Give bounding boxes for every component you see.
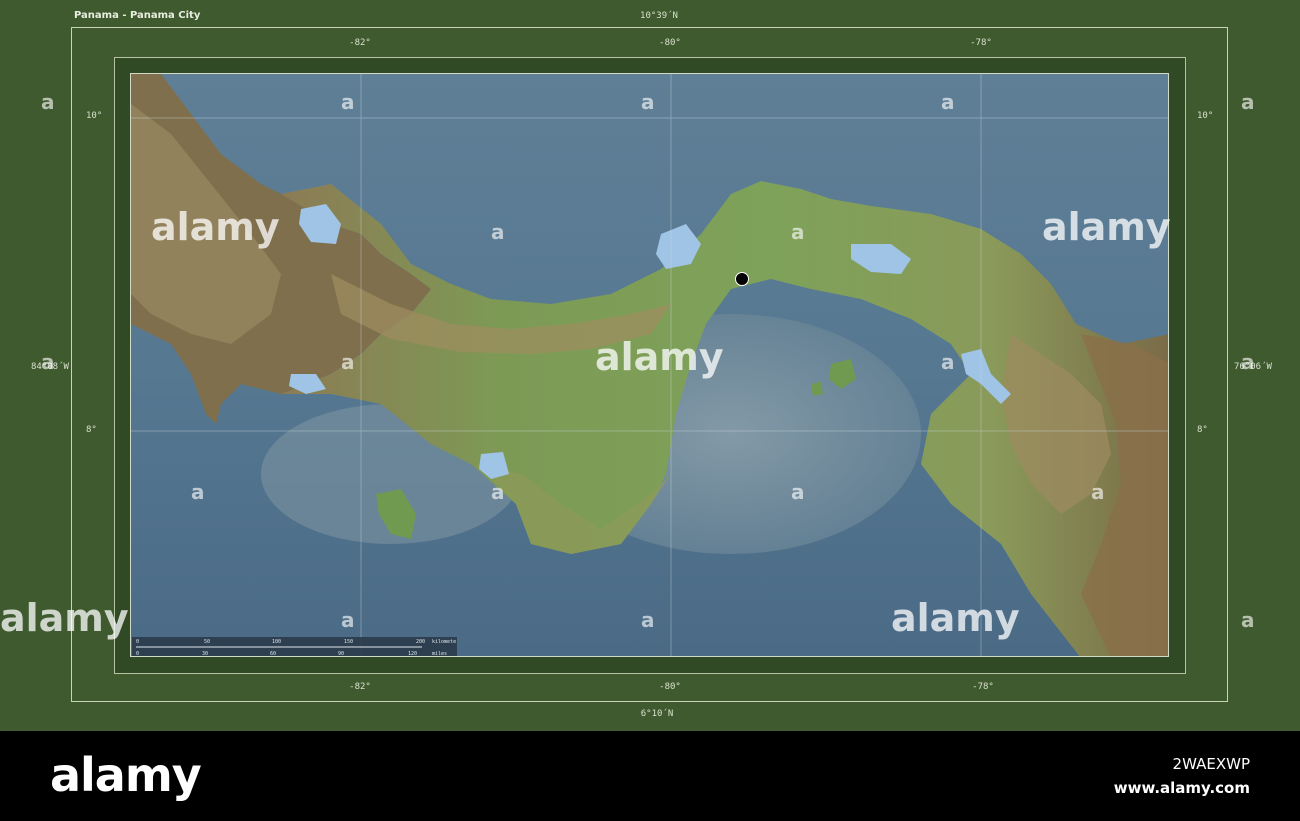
watermark-tile: a: [491, 480, 505, 504]
map-frame: Panama - Panama City 10°39´N 6°10´N 84°0…: [0, 0, 1300, 731]
lat-tick-left: 8°: [86, 425, 97, 435]
watermark-brand: alamy: [151, 205, 280, 249]
watermark-brand: alamy: [0, 596, 129, 640]
lon-tick-top: -80°: [659, 38, 681, 48]
watermark-brand: alamy: [891, 596, 1020, 640]
scale-bar: 0 50 100 150 200 kilometers 0 30 60 90 1…: [132, 637, 457, 656]
watermark-tile: a: [1241, 350, 1255, 374]
lat-bottom-label: 6°10´N: [640, 709, 674, 719]
scale-km-tick: 150: [344, 639, 353, 645]
map-title: Panama - Panama City: [74, 10, 201, 21]
watermark-tile: a: [641, 90, 655, 114]
watermark-tile: a: [341, 350, 355, 374]
watermark-brand: alamy: [1042, 205, 1171, 249]
pearl-island-small: [811, 382, 823, 396]
lat-tick-left: 10°: [86, 111, 103, 121]
watermark-tile: a: [791, 220, 805, 244]
watermark-tile: a: [41, 90, 55, 114]
footer-bar: alamy 2WAEXWP www.alamy.com: [0, 731, 1300, 821]
lat-tick-right: 10°: [1197, 111, 1214, 121]
city-marker-icon[interactable]: [735, 272, 749, 286]
lon-tick-bottom: -82°: [349, 682, 371, 692]
scale-km-tick: 0: [136, 639, 139, 645]
scale-km-tick: 200: [416, 639, 425, 645]
watermark-tile: a: [341, 608, 355, 632]
watermark-tile: a: [341, 90, 355, 114]
watermark-tile: a: [491, 220, 505, 244]
watermark-tile: a: [1091, 480, 1105, 504]
watermark-tile: a: [941, 90, 955, 114]
watermark-tile: a: [1241, 608, 1255, 632]
watermark-brand: alamy: [595, 335, 724, 379]
image-id: 2WAEXWP: [1172, 755, 1250, 773]
watermark-tile: a: [941, 350, 955, 374]
lon-tick-top: -78°: [970, 38, 992, 48]
scale-km-tick: 100: [272, 639, 281, 645]
watermark-tile: a: [191, 480, 205, 504]
watermark-tile: a: [641, 608, 655, 632]
watermark-tile: a: [41, 350, 55, 374]
watermark-tile: a: [1241, 90, 1255, 114]
footer-logo[interactable]: alamy: [50, 748, 202, 802]
footer-url[interactable]: www.alamy.com: [1114, 779, 1250, 797]
lon-tick-bottom: -78°: [972, 682, 994, 692]
lat-top-label: 10°39´N: [640, 11, 678, 21]
lon-tick-top: -82°: [349, 38, 371, 48]
scale-km-tick: 50: [204, 639, 210, 645]
lat-tick-right: 8°: [1197, 425, 1208, 435]
watermark-tile: a: [791, 480, 805, 504]
scale-km-unit: kilometers: [432, 639, 457, 645]
lon-tick-bottom: -80°: [659, 682, 681, 692]
